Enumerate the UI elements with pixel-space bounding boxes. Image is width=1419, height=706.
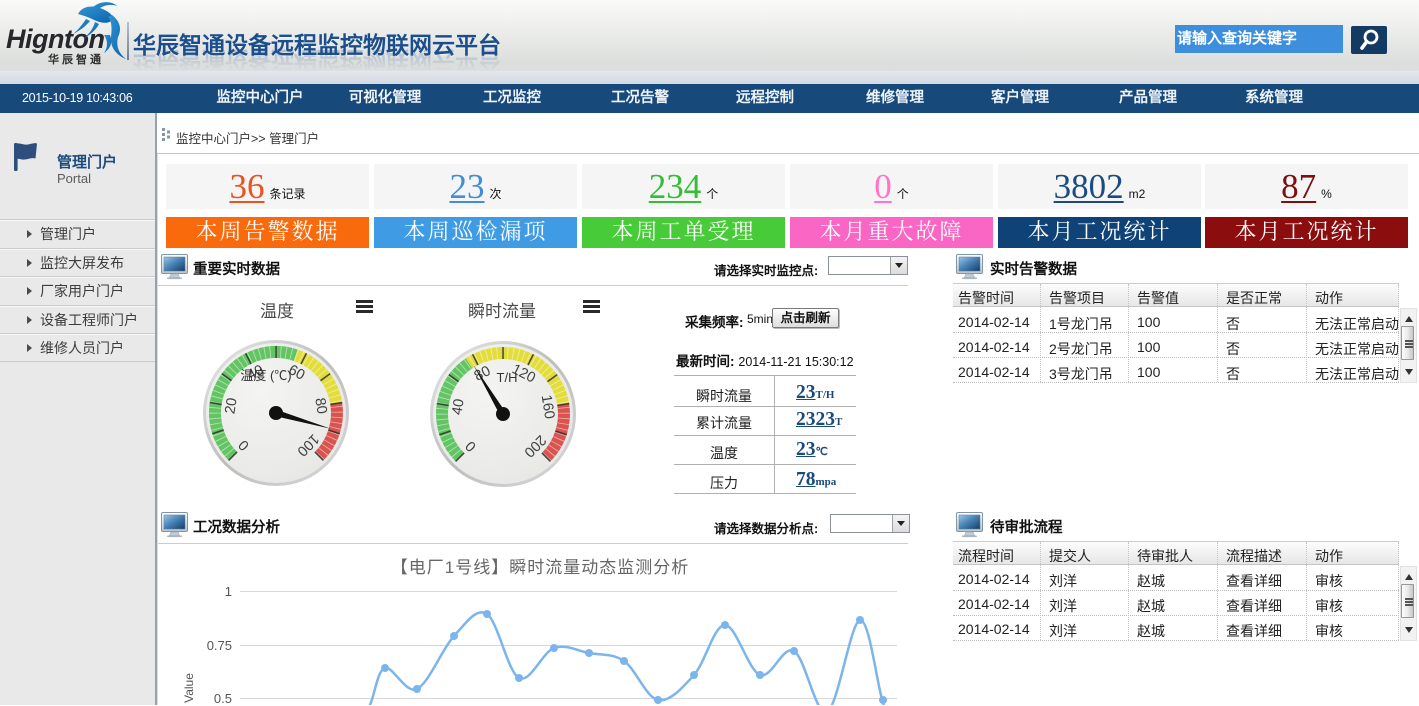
svg-text:40: 40: [449, 398, 467, 416]
svg-text:T/H: T/H: [497, 370, 518, 385]
svg-text:20: 20: [222, 397, 240, 415]
svg-text:80: 80: [311, 397, 329, 415]
svg-text:温度 (℃): 温度 (℃): [240, 368, 291, 383]
